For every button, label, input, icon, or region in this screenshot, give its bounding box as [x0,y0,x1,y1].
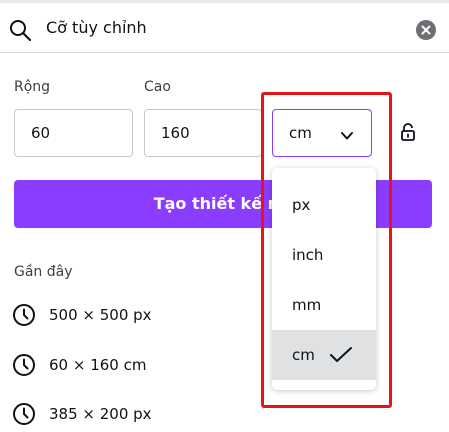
width-field-wrapper [14,109,133,157]
recent-item[interactable]: 60 × 160 cm [12,352,272,378]
search-input[interactable]: Cỡ tùy chỉnh [46,17,147,39]
close-icon [421,25,431,35]
unit-option-inch[interactable]: inch [272,230,376,280]
chevron-down-icon [339,127,355,146]
unit-option-label: mm [292,296,322,314]
height-field-wrapper [144,109,262,157]
recent-heading: Gần đây [14,264,73,280]
recent-item[interactable]: 500 × 500 px [12,302,272,328]
width-label: Rộng [14,79,51,95]
recent-item-label: 385 × 200 px [49,405,152,423]
clear-search-button[interactable] [416,20,436,40]
recent-item-label: 60 × 160 cm [49,356,147,374]
unit-select[interactable]: cm [272,109,372,157]
clock-icon [12,353,36,377]
unit-option-cm[interactable]: cm [272,330,376,380]
create-design-label: Tạo thiết kế m [153,194,285,213]
lock-icon[interactable] [399,122,417,142]
unit-option-px[interactable]: px [272,180,376,230]
unit-dropdown-menu: px inch mm cm [272,168,376,390]
unit-option-label: cm [292,346,315,364]
clock-icon [12,303,36,327]
unit-option-mm[interactable]: mm [272,280,376,330]
unit-select-value: cm [289,124,312,142]
height-label: Cao [144,79,171,95]
recent-item[interactable]: 385 × 200 px [12,401,272,427]
recent-item-label: 500 × 500 px [49,306,152,324]
search-bar[interactable]: Cỡ tùy chỉnh [0,4,449,53]
width-input[interactable] [15,110,132,156]
unit-option-label: px [292,196,311,214]
search-icon [8,18,32,42]
clock-icon [12,402,36,426]
height-input[interactable] [145,110,261,156]
unit-option-label: inch [292,246,324,264]
top-divider [0,0,449,3]
checkmark-icon [328,346,354,368]
